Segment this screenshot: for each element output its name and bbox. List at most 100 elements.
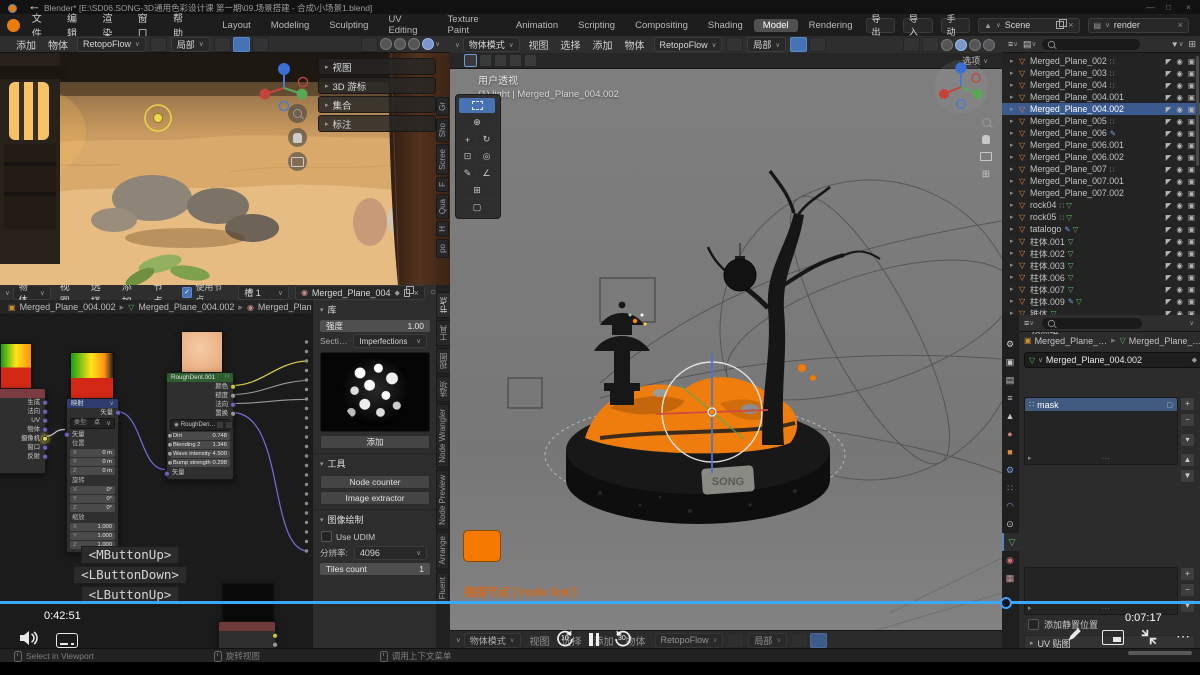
shield-icon[interactable]: ◆ xyxy=(394,289,399,297)
sidebar-tab[interactable]: Qua xyxy=(436,194,449,219)
select-mode-option[interactable] xyxy=(524,54,537,67)
shading-solid-icon[interactable] xyxy=(394,38,406,50)
expand-arrow-icon[interactable]: ▸ xyxy=(1010,273,1019,281)
node-socket[interactable] xyxy=(305,492,308,495)
new-collection-icon[interactable]: ⊞ xyxy=(1188,39,1196,50)
pivot-point-icon[interactable] xyxy=(809,37,826,52)
outliner-row[interactable]: ▸ ▽ Merged_Plane_007∷ ◤ ◉ ▣ xyxy=(1002,163,1200,175)
render-toggle-icon[interactable]: ▣ xyxy=(1188,201,1195,210)
render-toggle-icon[interactable]: ▣ xyxy=(1188,213,1195,222)
use-nodes-checkbox[interactable]: ✓ xyxy=(182,287,193,298)
select-mode-option[interactable] xyxy=(464,54,477,67)
value-slider[interactable]: Z0 m xyxy=(70,467,115,475)
workspace-tab[interactable]: Shading xyxy=(699,19,752,32)
selectable-toggle-icon[interactable]: ◤ xyxy=(1166,129,1172,138)
clipped-node[interactable] xyxy=(218,621,276,648)
retopoflow-menu[interactable]: RetopoFlow∨ xyxy=(77,37,146,52)
sidebar-tab[interactable]: Scree xyxy=(436,144,449,175)
node-field-slider[interactable]: Dirt0.748 xyxy=(170,432,230,440)
workspace-tab[interactable]: Model xyxy=(754,19,798,32)
expand-arrow-icon[interactable]: ▸ xyxy=(1010,249,1019,257)
object-name[interactable]: Merged_Plane_004.002 xyxy=(1030,104,1124,114)
image-extractor-button[interactable]: Image extractor xyxy=(320,491,430,505)
expand-arrow-icon[interactable]: ▸ xyxy=(1010,189,1019,197)
outliner-row[interactable]: ▸ ▽ 柱体.007▽ ◤ ◉ ▣ xyxy=(1002,283,1200,295)
properties-tab-object-data[interactable]: ▽ xyxy=(1002,533,1020,551)
object-name[interactable]: Merged_Plane_006.002 xyxy=(1030,152,1124,162)
export-button[interactable]: 导出 xyxy=(866,18,896,33)
viewport-menu[interactable]: 物体 xyxy=(619,37,651,52)
shading-rendered-icon[interactable] xyxy=(983,39,995,51)
visibility-toggle-icon[interactable]: ◉ xyxy=(1176,117,1183,126)
render-toggle-icon[interactable]: ▣ xyxy=(1188,141,1195,150)
visibility-toggle-icon[interactable]: ◉ xyxy=(1176,213,1183,222)
value-slider[interactable]: X0 m xyxy=(70,449,115,457)
image-datablock-row[interactable]: ◉ RoughDen… xyxy=(170,419,230,431)
outliner-row[interactable]: ▸ ▽ 柱体.002▽ ◤ ◉ ▣ xyxy=(1002,247,1200,259)
properties-tab-render[interactable]: ▣ xyxy=(1002,353,1018,371)
editor-type-icon[interactable]: ∨ xyxy=(5,289,10,297)
add-button[interactable]: 添加 xyxy=(320,435,430,449)
properties-tab-modifiers[interactable]: ⚙ xyxy=(1002,461,1018,479)
texture-coordinate-node[interactable]: 生成法向UV物体摄像机窗口反射 ╱ xyxy=(0,388,46,474)
node-socket[interactable] xyxy=(305,388,308,391)
render-toggle-icon[interactable]: ▣ xyxy=(1188,117,1195,126)
selectable-toggle-icon[interactable]: ◤ xyxy=(1166,117,1172,126)
shading-wireframe-icon[interactable] xyxy=(941,39,953,51)
visibility-toggle-icon[interactable]: ◉ xyxy=(1176,129,1183,138)
object-name[interactable]: Merged_Plane_003 xyxy=(1030,68,1107,78)
selectable-toggle-icon[interactable]: ◤ xyxy=(1166,249,1172,258)
node-socket[interactable] xyxy=(305,397,308,400)
vertex-group-specials-button[interactable]: ▾ xyxy=(1180,433,1195,447)
shading-wireframe-icon[interactable] xyxy=(380,38,392,50)
volume-icon[interactable] xyxy=(18,629,40,647)
outliner-row[interactable]: ▸ ▽ Merged_Plane_005∷ ◤ ◉ ▣ xyxy=(1002,115,1200,127)
snap-target-icon[interactable] xyxy=(214,37,231,52)
expand-arrow-icon[interactable]: ▸ xyxy=(1010,213,1019,221)
falloff-dropdown[interactable]: 局部∨ xyxy=(171,37,210,52)
notes-pencil-icon[interactable] xyxy=(1065,626,1083,644)
node-socket[interactable] xyxy=(305,416,308,419)
node-sidebar-tab[interactable]: Node Wrangler xyxy=(436,404,449,468)
viewport-menu[interactable]: 选择 xyxy=(555,37,587,52)
manual-button[interactable]: 手动 xyxy=(941,18,971,33)
tool-add-cube[interactable]: ⊞ xyxy=(459,183,495,198)
node-output[interactable]: 物体 xyxy=(0,425,45,434)
shrink-icon[interactable] xyxy=(1140,628,1158,646)
sidebar-section[interactable]: ▸视图 xyxy=(318,58,436,75)
falloff-dropdown[interactable]: 局部∨ xyxy=(747,37,786,52)
pause-button[interactable] xyxy=(589,633,599,646)
expand-arrow-icon[interactable]: ▸ xyxy=(1010,297,1019,305)
visibility-toggle-icon[interactable]: ◉ xyxy=(1176,285,1183,294)
render-toggle-icon[interactable]: ▣ xyxy=(1188,273,1195,282)
node-socket[interactable] xyxy=(305,502,308,505)
render-toggle-icon[interactable]: ▣ xyxy=(1188,249,1195,258)
properties-hscrollbar[interactable] xyxy=(1128,651,1192,655)
outliner-search[interactable] xyxy=(1042,39,1140,50)
tool-extrude[interactable]: ▢ xyxy=(459,200,495,215)
outliner-row[interactable]: ▸ ▽ Merged_Plane_004∷ ◤ ◉ ▣ xyxy=(1002,79,1200,91)
visibility-toggle-icon[interactable]: ◉ xyxy=(1176,141,1183,150)
node-socket[interactable] xyxy=(305,369,308,372)
visibility-toggle-icon[interactable]: ◉ xyxy=(1176,237,1183,246)
tool-cursor[interactable]: ⊕ xyxy=(459,115,495,130)
outliner-row[interactable]: ▸ ▽ rock04∷▽ ◤ ◉ ▣ xyxy=(1002,199,1200,211)
node-counter-button[interactable]: Node counter xyxy=(320,475,430,489)
node-socket[interactable] xyxy=(305,511,308,514)
selectable-toggle-icon[interactable]: ◤ xyxy=(1166,153,1172,162)
outliner-row[interactable]: ▸ ▽ Merged_Plane_004.002 ◤ ◉ ▣ xyxy=(1002,103,1200,115)
window-close-button[interactable]: × xyxy=(1186,2,1191,12)
selectable-toggle-icon[interactable]: ◤ xyxy=(1166,189,1172,198)
visibility-toggle-icon[interactable]: ◉ xyxy=(1176,165,1183,174)
falloff-dropdown[interactable]: 局部∨ xyxy=(748,633,787,648)
render-toggle-icon[interactable]: ▣ xyxy=(1188,153,1195,162)
node-header[interactable] xyxy=(219,622,275,631)
object-name[interactable]: Merged_Plane_006.001 xyxy=(1030,140,1124,150)
shading-material-icon[interactable] xyxy=(408,38,420,50)
visibility-toggle-icon[interactable]: ◉ xyxy=(1176,177,1183,186)
object-name[interactable]: rock05 xyxy=(1030,212,1056,222)
preview-menu[interactable]: 添加 xyxy=(10,37,42,52)
workspace-tab[interactable]: UV Editing xyxy=(379,13,436,37)
node-socket[interactable] xyxy=(305,426,308,429)
visibility-toggle-icon[interactable]: ◉ xyxy=(1176,261,1183,270)
